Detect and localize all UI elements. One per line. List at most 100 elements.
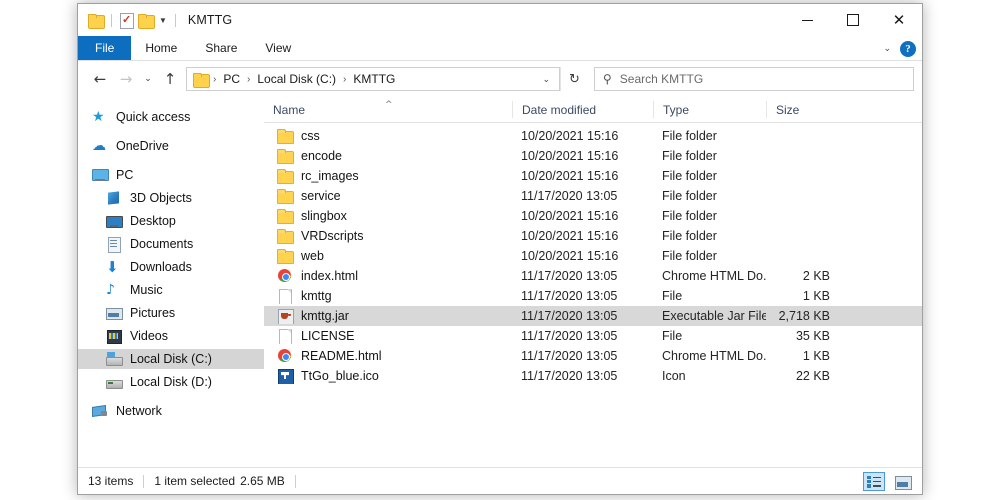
table-row[interactable]: kmttg 11/17/2020 13:05 File 1 KB	[264, 286, 922, 306]
folder-icon[interactable]	[88, 13, 105, 29]
column-header-size[interactable]: Size	[766, 101, 846, 118]
folder-icon	[277, 168, 294, 184]
breadcrumb-item-pc[interactable]: PC	[221, 72, 242, 86]
large-icons-view-button[interactable]	[891, 472, 913, 491]
sidebar-item-music[interactable]: ♪ Music	[78, 280, 264, 300]
breadcrumb-folder-icon[interactable]	[193, 72, 210, 88]
table-row[interactable]: css 10/20/2021 15:16 File folder	[264, 126, 922, 146]
file-date: 11/17/2020 13:05	[521, 289, 618, 303]
close-button[interactable]: ✕	[876, 4, 922, 36]
column-header-type[interactable]: Type	[653, 101, 766, 118]
file-date: 10/20/2021 15:16	[521, 129, 619, 143]
sidebar-item-quick-access[interactable]: ★ Quick access	[78, 107, 264, 127]
file-type: File folder	[662, 169, 717, 183]
sidebar-item-local-disk-c[interactable]: Local Disk (C:)	[78, 349, 264, 369]
table-row[interactable]: README.html 11/17/2020 13:05 Chrome HTML…	[264, 346, 922, 366]
network-icon	[92, 403, 108, 419]
breadcrumb: › PC › Local Disk (C:) › KMTTG	[193, 72, 533, 88]
file-date: 10/20/2021 15:16	[521, 209, 619, 223]
table-row[interactable]: index.html 11/17/2020 13:05 Chrome HTML …	[264, 266, 922, 286]
file-name: encode	[301, 149, 343, 163]
search-icon: ⚲	[603, 72, 612, 86]
harddrive-system-icon	[106, 351, 123, 367]
cloud-icon: ☁	[92, 138, 106, 154]
folder-icon	[277, 128, 294, 144]
file-name: web	[301, 249, 324, 263]
file-type: File folder	[662, 129, 717, 143]
table-row[interactable]: LICENSE 11/17/2020 13:05 File 35 KB	[264, 326, 922, 346]
file-explorer-window: ✓ ▼ KMTTG ✕ File Home Share View ⌄ ? ← →…	[77, 3, 923, 495]
file-name: index.html	[301, 269, 358, 283]
file-date: 11/17/2020 13:05	[521, 369, 618, 383]
toolbar-divider	[111, 13, 112, 27]
forward-button[interactable]: →	[113, 66, 139, 92]
details-view-button[interactable]	[863, 472, 885, 491]
minimize-button[interactable]	[784, 4, 830, 36]
file-name: rc_images	[301, 169, 359, 183]
sidebar-item-label: Videos	[130, 329, 168, 343]
search-box[interactable]: ⚲ Search KMTTG	[594, 67, 914, 91]
new-folder-icon[interactable]	[138, 13, 155, 29]
window-title: KMTTG	[187, 13, 233, 27]
file-list-pane: Name Date modified Type Size ^ css 10/20…	[264, 97, 922, 467]
table-row[interactable]: TtGo_blue.ico 11/17/2020 13:05 Icon 22 K…	[264, 366, 922, 386]
sidebar-item-label: Downloads	[130, 260, 192, 274]
table-row[interactable]: slingbox 10/20/2021 15:16 File folder	[264, 206, 922, 226]
search-input[interactable]: Search KMTTG	[620, 72, 703, 86]
breadcrumb-separator-2: ›	[343, 73, 347, 85]
check-glyph: ✓	[122, 13, 132, 26]
sidebar-item-videos[interactable]: Videos	[78, 326, 264, 346]
sidebar-item-onedrive[interactable]: ☁ OneDrive	[78, 136, 264, 156]
help-button[interactable]: ?	[900, 40, 916, 57]
file-date: 11/17/2020 13:05	[521, 269, 618, 283]
table-row[interactable]: VRDscripts 10/20/2021 15:16 File folder	[264, 226, 922, 246]
sidebar-item-3d-objects[interactable]: 3D Objects	[78, 188, 264, 208]
navigation-pane: ★ Quick access ☁ OneDrive PC 3D Objects …	[78, 97, 264, 467]
file-type: File folder	[662, 209, 717, 223]
sidebar-item-pc[interactable]: PC	[78, 165, 264, 185]
table-row[interactable]: encode 10/20/2021 15:16 File folder	[264, 146, 922, 166]
sidebar-item-downloads[interactable]: ⬇ Downloads	[78, 257, 264, 277]
folder-icon	[277, 208, 294, 224]
back-button[interactable]: ←	[87, 66, 113, 92]
file-size: 35 KB	[795, 329, 830, 343]
tab-file[interactable]: File	[78, 36, 132, 60]
file-rows: css 10/20/2021 15:16 File folder encode …	[264, 123, 922, 467]
table-row[interactable]: web 10/20/2021 15:16 File folder	[264, 246, 922, 266]
sidebar-item-local-disk-d[interactable]: Local Disk (D:)	[78, 372, 264, 392]
file-name: css	[301, 129, 320, 143]
sidebar-item-documents[interactable]: Documents	[78, 234, 264, 254]
sidebar-item-pictures[interactable]: Pictures	[78, 303, 264, 323]
sidebar-item-desktop[interactable]: Desktop	[78, 211, 264, 231]
table-row-selected[interactable]: kmttg.jar 11/17/2020 13:05 Executable Ja…	[264, 306, 922, 326]
up-button[interactable]: ↑	[157, 66, 183, 92]
breadcrumb-separator-1: ›	[247, 73, 251, 85]
ribbon-expand-chevron-icon[interactable]: ⌄	[883, 43, 891, 54]
address-toolbar: ← → ⌄ ↑ › PC › Local Disk (C:) › KMTTG ⌄…	[78, 61, 922, 97]
status-bar: 13 items 1 item selected 2.65 MB	[78, 467, 922, 494]
recent-locations-chevron-icon[interactable]: ⌄	[139, 66, 157, 92]
properties-icon[interactable]: ✓	[120, 12, 134, 29]
sidebar-item-network[interactable]: Network	[78, 401, 264, 421]
file-date: 10/20/2021 15:16	[521, 229, 619, 243]
table-row[interactable]: service 11/17/2020 13:05 File folder	[264, 186, 922, 206]
folder-icon	[277, 228, 294, 244]
chevron-down-icon[interactable]: ▼	[159, 16, 167, 25]
tab-share[interactable]: Share	[191, 36, 251, 60]
address-bar[interactable]: › PC › Local Disk (C:) › KMTTG ⌄	[186, 67, 560, 91]
breadcrumb-item-local-disk-c[interactable]: Local Disk (C:)	[255, 72, 338, 86]
tab-view[interactable]: View	[251, 36, 305, 60]
tab-home[interactable]: Home	[131, 36, 191, 60]
address-dropdown-chevron-icon[interactable]: ⌄	[533, 74, 559, 85]
breadcrumb-item-kmttg[interactable]: KMTTG	[351, 72, 397, 86]
file-type: Chrome HTML Do...	[662, 269, 766, 283]
file-name: slingbox	[301, 209, 347, 223]
refresh-button[interactable]: ↻	[560, 67, 588, 91]
file-size: 1 KB	[802, 349, 830, 363]
monitor-icon	[92, 167, 109, 183]
cube-icon	[106, 190, 122, 206]
file-name: VRDscripts	[301, 229, 364, 243]
maximize-button[interactable]	[830, 4, 876, 36]
column-header-date-modified[interactable]: Date modified	[512, 101, 653, 118]
table-row[interactable]: rc_images 10/20/2021 15:16 File folder	[264, 166, 922, 186]
